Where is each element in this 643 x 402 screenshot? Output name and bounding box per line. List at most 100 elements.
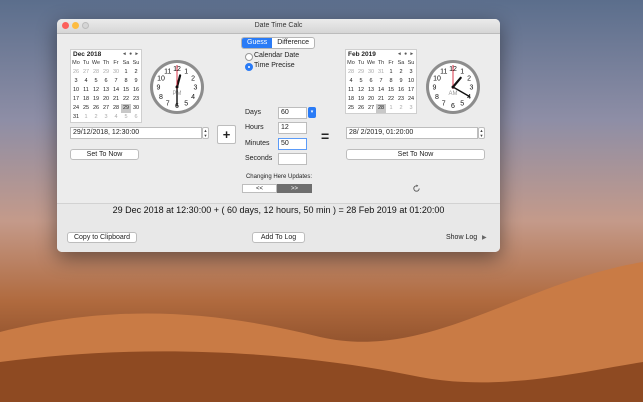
left-calendar-day[interactable]: 31 (71, 113, 81, 122)
right-calendar-day[interactable]: 9 (396, 77, 406, 86)
days-dropdown-button[interactable]: ▾ (308, 107, 316, 118)
left-calendar-day[interactable]: 23 (131, 95, 141, 104)
tab-guess[interactable]: Guess (242, 38, 273, 48)
right-calendar-day[interactable]: 17 (406, 86, 416, 95)
right-calendar-day[interactable]: 6 (366, 77, 376, 86)
left-calendar-day[interactable]: 9 (131, 77, 141, 86)
right-calendar-day[interactable]: 3 (406, 68, 416, 77)
left-calendar-day[interactable]: 24 (71, 104, 81, 113)
left-calendar-day[interactable]: 21 (111, 95, 121, 104)
left-calendar-day[interactable]: 28 (111, 104, 121, 113)
right-calendar-day[interactable]: 28 (376, 104, 386, 113)
right-calendar-day[interactable]: 31 (376, 68, 386, 77)
right-calendar-day[interactable]: 29 (356, 68, 366, 77)
right-calendar-day[interactable]: 16 (396, 86, 406, 95)
left-calendar-day[interactable]: 16 (131, 86, 141, 95)
right-calendar-day[interactable]: 20 (366, 95, 376, 104)
left-calendar-day[interactable]: 3 (101, 113, 111, 122)
left-calendar-day[interactable]: 4 (111, 113, 121, 122)
left-set-to-now-button[interactable]: Set To Now (70, 149, 139, 160)
right-calendar-day[interactable]: 1 (386, 104, 396, 113)
right-calendar-day[interactable]: 2 (396, 104, 406, 113)
right-calendar-day[interactable]: 1 (386, 68, 396, 77)
left-calendar-day[interactable]: 25 (81, 104, 91, 113)
left-calendar-day[interactable]: 19 (91, 95, 101, 104)
right-datetime-field[interactable]: 28/ 2/2019, 01:20:00 (346, 127, 478, 139)
left-month-nav[interactable]: ◂ ● ▸ (123, 50, 139, 59)
right-calendar-day[interactable]: 5 (356, 77, 366, 86)
right-calendar-day[interactable]: 14 (376, 86, 386, 95)
chevron-right-icon[interactable]: ▶ (482, 234, 487, 241)
left-calendar-day[interactable]: 18 (81, 95, 91, 104)
right-calendar-day[interactable]: 10 (406, 77, 416, 86)
left-calendar-day[interactable]: 5 (91, 77, 101, 86)
left-calendar-day[interactable]: 13 (101, 86, 111, 95)
right-calendar-day[interactable]: 30 (366, 68, 376, 77)
right-calendar-day[interactable]: 19 (356, 95, 366, 104)
right-calendar-day[interactable]: 3 (406, 104, 416, 113)
copy-to-clipboard-button[interactable]: Copy to Clipboard (67, 232, 137, 243)
right-calendar-day[interactable]: 7 (376, 77, 386, 86)
left-calendar-day[interactable]: 1 (121, 68, 131, 77)
left-calendar-day[interactable]: 28 (91, 68, 101, 77)
right-set-to-now-button[interactable]: Set To Now (346, 149, 485, 160)
left-datetime-stepper[interactable]: ▲ ▼ (202, 127, 209, 139)
left-calendar-day[interactable]: 8 (121, 77, 131, 86)
right-calendar-day[interactable]: 27 (366, 104, 376, 113)
calendar-date-radio[interactable] (245, 53, 253, 61)
show-log-label[interactable]: Show Log (446, 234, 477, 241)
add-operator-button[interactable]: + (217, 125, 236, 144)
left-calendar-day[interactable]: 2 (91, 113, 101, 122)
left-calendar-day[interactable]: 26 (71, 68, 81, 77)
left-calendar-day[interactable]: 17 (71, 95, 81, 104)
update-right-button[interactable]: >> (277, 184, 312, 193)
seconds-field[interactable] (278, 153, 307, 165)
left-calendar-day[interactable]: 1 (81, 113, 91, 122)
right-month-nav[interactable]: ◂ ● ▸ (398, 50, 414, 59)
right-calendar-day[interactable]: 24 (406, 95, 416, 104)
right-calendar-day[interactable]: 25 (346, 104, 356, 113)
right-datetime-stepper[interactable]: ▲ ▼ (478, 127, 485, 139)
left-calendar-day[interactable]: 11 (81, 86, 91, 95)
left-calendar-day[interactable]: 14 (111, 86, 121, 95)
left-calendar-day[interactable]: 5 (121, 113, 131, 122)
left-calendar-day[interactable]: 30 (111, 68, 121, 77)
right-calendar-day[interactable]: 11 (346, 86, 356, 95)
days-field[interactable]: 60 (278, 107, 307, 119)
right-calendar-day[interactable]: 4 (346, 77, 356, 86)
right-calendar-day[interactable]: 21 (376, 95, 386, 104)
right-calendar-day[interactable]: 26 (356, 104, 366, 113)
right-calendar-day[interactable]: 28 (346, 68, 356, 77)
right-calendar-day[interactable]: 12 (356, 86, 366, 95)
right-calendar-day[interactable]: 13 (366, 86, 376, 95)
minimize-window-button[interactable] (72, 22, 79, 29)
left-calendar-day[interactable]: 10 (71, 86, 81, 95)
right-calendar-day[interactable]: 8 (386, 77, 396, 86)
left-calendar-day[interactable]: 4 (81, 77, 91, 86)
left-calendar-day[interactable]: 6 (101, 77, 111, 86)
zoom-window-button[interactable] (82, 22, 89, 29)
left-calendar-day[interactable]: 26 (91, 104, 101, 113)
refresh-icon[interactable] (412, 184, 421, 193)
left-calendar-day[interactable]: 29 (101, 68, 111, 77)
minutes-field[interactable]: 50 (278, 138, 307, 150)
update-left-button[interactable]: << (242, 184, 277, 193)
left-calendar-day[interactable]: 2 (131, 68, 141, 77)
left-calendar-day[interactable]: 27 (81, 68, 91, 77)
left-calendar-day[interactable]: 27 (101, 104, 111, 113)
hours-field[interactable]: 12 (278, 122, 307, 134)
left-calendar-day[interactable]: 15 (121, 86, 131, 95)
left-calendar-day[interactable]: 22 (121, 95, 131, 104)
left-calendar-day[interactable]: 29 (121, 104, 131, 113)
right-calendar-day[interactable]: 2 (396, 68, 406, 77)
add-to-log-button[interactable]: Add To Log (252, 232, 305, 243)
right-calendar-day[interactable]: 23 (396, 95, 406, 104)
left-datetime-field[interactable]: 29/12/2018, 12:30:00 (70, 127, 202, 139)
left-calendar-day[interactable]: 20 (101, 95, 111, 104)
left-calendar-day[interactable]: 3 (71, 77, 81, 86)
left-calendar-day[interactable]: 6 (131, 113, 141, 122)
time-precise-radio[interactable] (245, 63, 253, 71)
close-window-button[interactable] (62, 22, 69, 29)
left-calendar-day[interactable]: 7 (111, 77, 121, 86)
left-calendar-day[interactable]: 12 (91, 86, 101, 95)
